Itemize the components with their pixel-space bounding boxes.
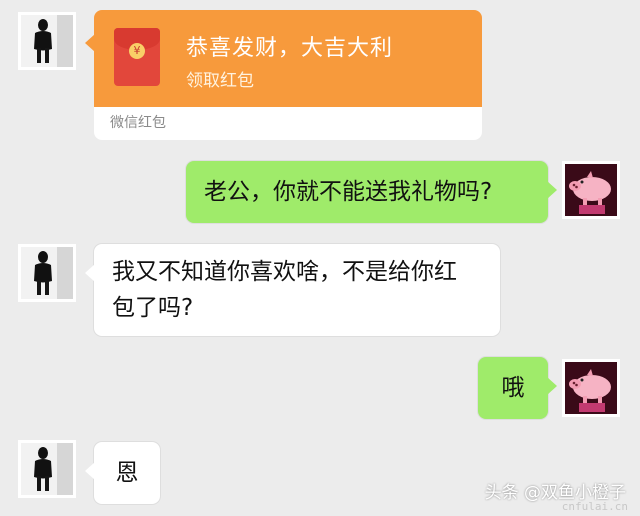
message-text-line-2: 包了吗? bbox=[112, 295, 194, 321]
red-packet-card[interactable]: ¥ 恭喜发财，大吉大利 领取红包 bbox=[85, 10, 482, 107]
pink-pig-avatar-icon bbox=[565, 362, 617, 414]
chat-bubble-self[interactable]: 哦 bbox=[478, 357, 557, 419]
chat-bubble-contact[interactable]: 我又不知道你喜欢啥，不是给你红 包了吗? bbox=[85, 244, 500, 336]
envelope-seal: ¥ bbox=[129, 43, 145, 59]
woman-photo-avatar-icon bbox=[21, 15, 73, 67]
contact-avatar[interactable] bbox=[18, 440, 76, 498]
red-packet-title: 恭喜发财，大吉大利 bbox=[186, 36, 394, 61]
self-avatar[interactable] bbox=[562, 161, 620, 219]
pink-pig-avatar-icon bbox=[565, 164, 617, 216]
woman-photo-avatar-icon bbox=[21, 247, 73, 299]
chat-bubble-contact[interactable]: 恩 bbox=[85, 442, 160, 504]
red-packet-action: 领取红包 bbox=[186, 71, 254, 91]
self-avatar[interactable] bbox=[562, 359, 620, 417]
message-text: 哦 bbox=[501, 375, 525, 401]
red-packet-message[interactable]: ¥ 恭喜发财，大吉大利 领取红包 微信红包 bbox=[85, 10, 482, 140]
contact-avatar[interactable] bbox=[18, 244, 76, 302]
chat-bubble-self[interactable]: 老公，你就不能送我礼物吗? bbox=[186, 161, 557, 223]
message-text: 老公，你就不能送我礼物吗? bbox=[204, 179, 493, 205]
contact-avatar[interactable] bbox=[18, 12, 76, 70]
woman-photo-avatar-icon bbox=[21, 443, 73, 495]
watermark-url: cnfulai.cn bbox=[561, 500, 628, 513]
red-envelope-icon: ¥ bbox=[114, 28, 160, 86]
message-text-line-1: 我又不知道你喜欢啥，不是给你红 bbox=[112, 259, 457, 285]
message-text: 恩 bbox=[115, 460, 139, 486]
red-packet-footer: 微信红包 bbox=[94, 107, 482, 140]
